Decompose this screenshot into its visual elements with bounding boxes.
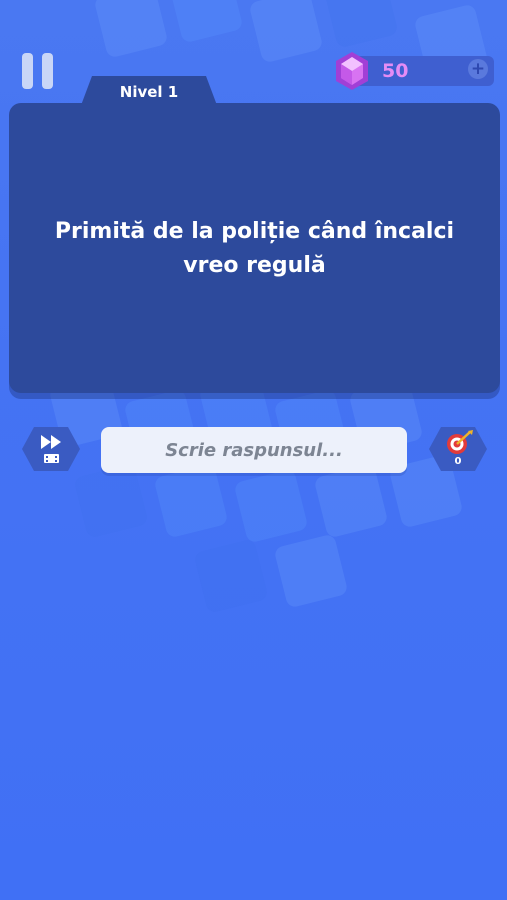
hint-count: 0 <box>454 456 462 467</box>
gem-icon <box>336 52 368 90</box>
question-text: Primită de la poliție când încalci vreo … <box>54 219 455 278</box>
target-dart-icon <box>447 430 473 454</box>
gem-counter: 50 + <box>332 52 494 90</box>
level-tab: Nivel 1 <box>80 76 218 108</box>
hint-button[interactable]: 0 <box>429 427 487 471</box>
question-card: Primită de la poliție când încalci vreo … <box>9 103 500 393</box>
level-label: Nivel 1 <box>119 83 179 101</box>
skip-button[interactable] <box>22 427 80 471</box>
add-gems-button[interactable]: + <box>468 59 488 79</box>
fast-forward-video-icon <box>41 435 61 463</box>
pause-icon <box>22 53 33 89</box>
answer-placeholder: Scrie raspunsul... <box>165 440 343 461</box>
plus-icon: + <box>470 59 486 79</box>
answer-input[interactable]: Scrie raspunsul... <box>101 427 407 473</box>
pause-button[interactable] <box>22 53 54 89</box>
gem-count: 50 <box>382 60 409 82</box>
